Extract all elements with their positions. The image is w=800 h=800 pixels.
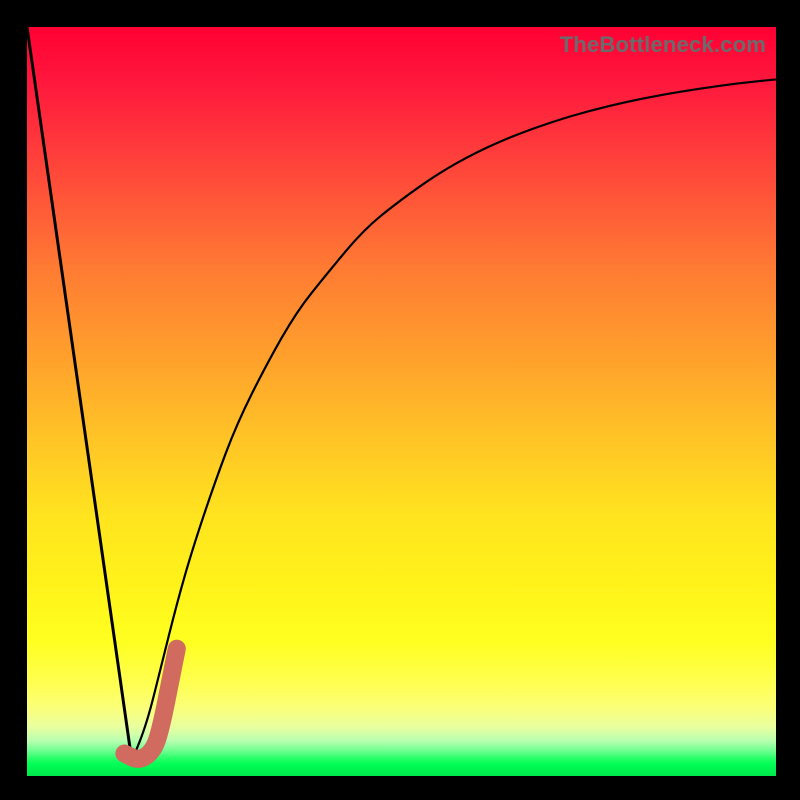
- plot-area: TheBottleneck.com: [27, 27, 776, 776]
- chart-overlay: [27, 27, 776, 776]
- chart-frame: TheBottleneck.com: [0, 0, 800, 800]
- series-left-descent: [27, 27, 132, 761]
- series-recovery-curve: [132, 79, 776, 761]
